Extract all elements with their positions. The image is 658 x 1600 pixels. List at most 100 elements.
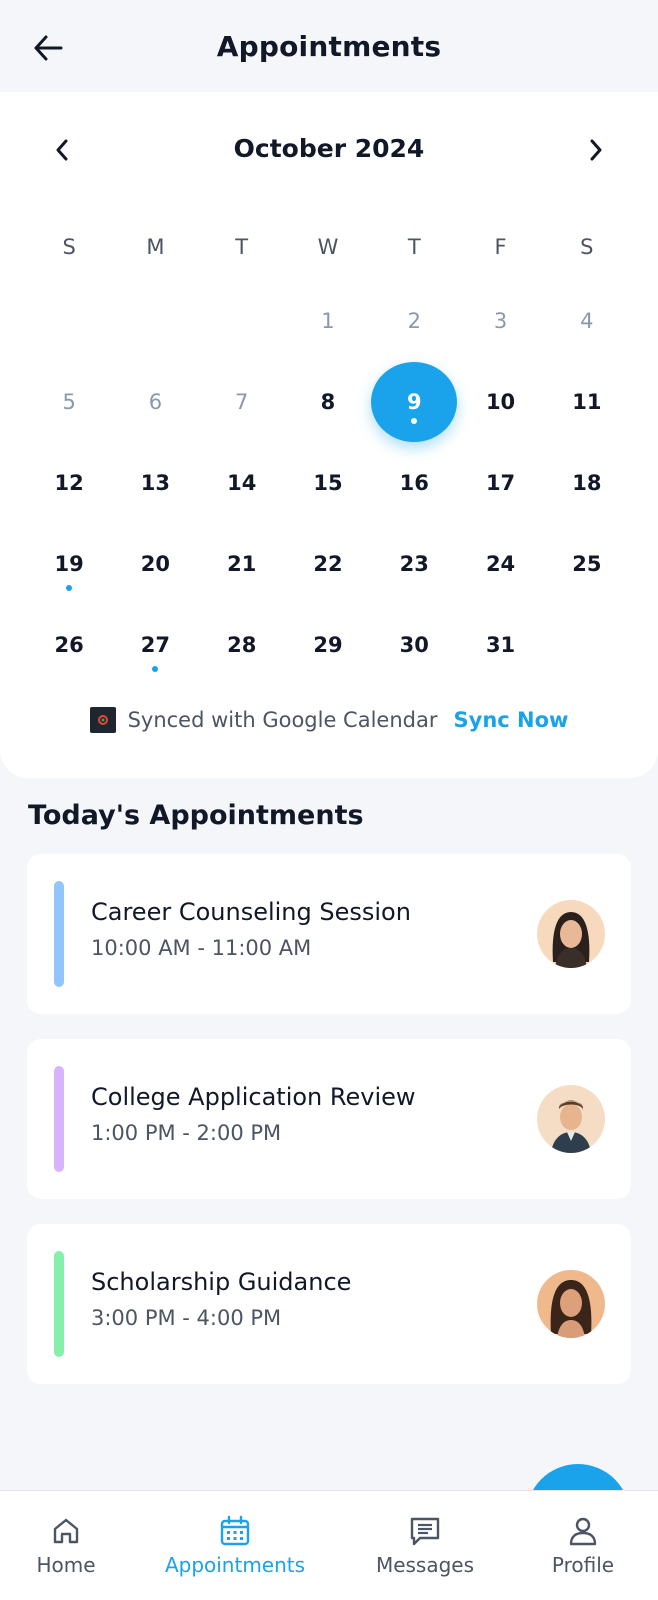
appointment-accent-bar [54,881,64,987]
calendar-day-number: 8 [320,389,336,414]
calendar-empty-cell [199,280,285,361]
calendar-day[interactable]: 18 [544,442,630,523]
avatar [537,1270,605,1338]
calendar-day-number: 14 [227,470,257,495]
calendar-day-number: 1 [321,308,335,333]
calendar-day[interactable]: 7 [199,361,285,442]
calendar-day-number: 31 [485,632,516,657]
nav-label: Messages [375,1553,475,1577]
calendar-icon [217,1513,253,1549]
calendar-day[interactable]: 6 [112,361,198,442]
calendar-day-number: 27 [140,632,171,657]
weekday-label: W [317,235,339,259]
calendar-day[interactable]: 23 [371,523,457,604]
calendar-day-number: 13 [140,470,171,495]
weekday-label: M [146,235,165,259]
calendar-day[interactable]: 31 [457,604,543,685]
calendar-day-grid: 1 2 3 4 5 6 7 8 9 10 11 12 13 14 15 16 17 18 19 20 21 22 23 24 2… [26,280,630,685]
appointment-card[interactable]: Scholarship Guidance 3:00 PM - 4:00 PM [27,1224,631,1384]
nav-item-profile[interactable]: Profile [538,1491,628,1600]
calendar-day-number: 4 [580,308,594,333]
google-calendar-icon [89,707,116,733]
weekday-label: T [407,235,421,259]
calendar-day[interactable]: 12 [26,442,112,523]
man-avatar-icon [537,1085,605,1153]
calendar-day[interactable]: 2 [371,280,457,361]
nav-item-appointments[interactable]: Appointments [160,1491,310,1600]
calendar-day[interactable]: 15 [285,442,371,523]
appointment-accent-bar [54,1251,64,1357]
appointment-title: College Application Review [91,1083,416,1111]
calendar-day-number: 16 [399,470,429,495]
calendar-day-number: 9 [406,389,422,414]
woman-avatar-icon [537,900,605,968]
calendar-day[interactable]: 27 [112,604,198,685]
event-indicator-dot [152,666,159,672]
nav-label: Home [36,1553,96,1577]
calendar-day-number: 5 [62,389,76,414]
nav-label: Profile [551,1553,615,1577]
appointment-card[interactable]: College Application Review 1:00 PM - 2:0… [27,1039,631,1199]
calendar-day[interactable]: 14 [199,442,285,523]
calendar-day[interactable]: 3 [457,280,543,361]
calendar-day-number: 26 [54,632,84,657]
calendar-day[interactable]: 19 [26,523,112,604]
calendar-day[interactable]: 9 [371,361,458,442]
calendar-empty-cell [26,280,112,361]
home-icon [48,1513,84,1549]
calendar-day-number: 12 [54,470,84,495]
weekday-label: S [580,235,594,259]
month-navigation: October 2024 [0,132,658,176]
calendar-card: October 2024 S M T W T F S 1 2 3 4 5 6 7 8 9 10 11… [0,92,658,778]
appointment-title: Career Counseling Session [91,898,411,926]
calendar-day-number: 19 [54,551,84,576]
calendar-day[interactable]: 13 [112,442,198,523]
calendar-day-number: 30 [399,632,429,657]
calendar-day[interactable]: 21 [199,523,285,604]
message-icon [407,1513,443,1549]
appointment-card[interactable]: Career Counseling Session 10:00 AM - 11:… [27,854,631,1014]
calendar-day-number: 15 [313,470,343,495]
weekday-label: S [62,235,76,259]
bottom-navigation: Home Appointments Messages Profile [0,1490,658,1600]
event-indicator-dot [66,585,73,591]
page-title: Appointments [216,30,442,63]
calendar-day[interactable]: 24 [457,523,543,604]
calendar-day[interactable]: 4 [544,280,630,361]
calendar-day[interactable]: 26 [26,604,112,685]
calendar-day[interactable]: 5 [26,361,112,442]
avatar [537,1085,605,1153]
nav-item-home[interactable]: Home [26,1491,106,1600]
appointment-time: 1:00 PM - 2:00 PM [91,1121,282,1145]
calendar-day[interactable]: 29 [285,604,371,685]
profile-icon [565,1513,601,1549]
calendar-day-number: 3 [493,308,508,333]
nav-item-messages[interactable]: Messages [370,1491,480,1600]
calendar-day[interactable]: 30 [371,604,457,685]
calendar-day[interactable]: 10 [457,361,543,442]
calendar-day[interactable]: 11 [544,361,630,442]
avatar [537,900,605,968]
calendar-day-number: 23 [399,551,429,576]
nav-label: Appointments [164,1553,306,1577]
chevron-right-icon[interactable] [578,132,614,168]
calendar-day[interactable]: 28 [199,604,285,685]
calendar-day-number: 17 [485,470,516,495]
calendar-day-number: 18 [572,470,602,495]
calendar-day[interactable]: 8 [285,361,371,442]
calendar-day-number: 28 [227,632,257,657]
appointment-accent-bar [54,1066,64,1172]
calendar-day[interactable]: 22 [285,523,371,604]
woman-avatar-icon [537,1270,605,1338]
calendar-day[interactable]: 17 [457,442,543,523]
calendar-day[interactable]: 1 [285,280,371,361]
calendar-day-number: 22 [313,551,343,576]
sync-now-link[interactable]: Sync Now [454,708,569,732]
calendar-day[interactable]: 16 [371,442,457,523]
calendar-day-number: 24 [485,551,516,576]
calendar-day[interactable]: 25 [544,523,630,604]
calendar-day[interactable]: 20 [112,523,198,604]
appointment-title: Scholarship Guidance [91,1268,352,1296]
calendar-day-number: 2 [407,308,421,333]
calendar-day-number: 6 [148,389,163,414]
